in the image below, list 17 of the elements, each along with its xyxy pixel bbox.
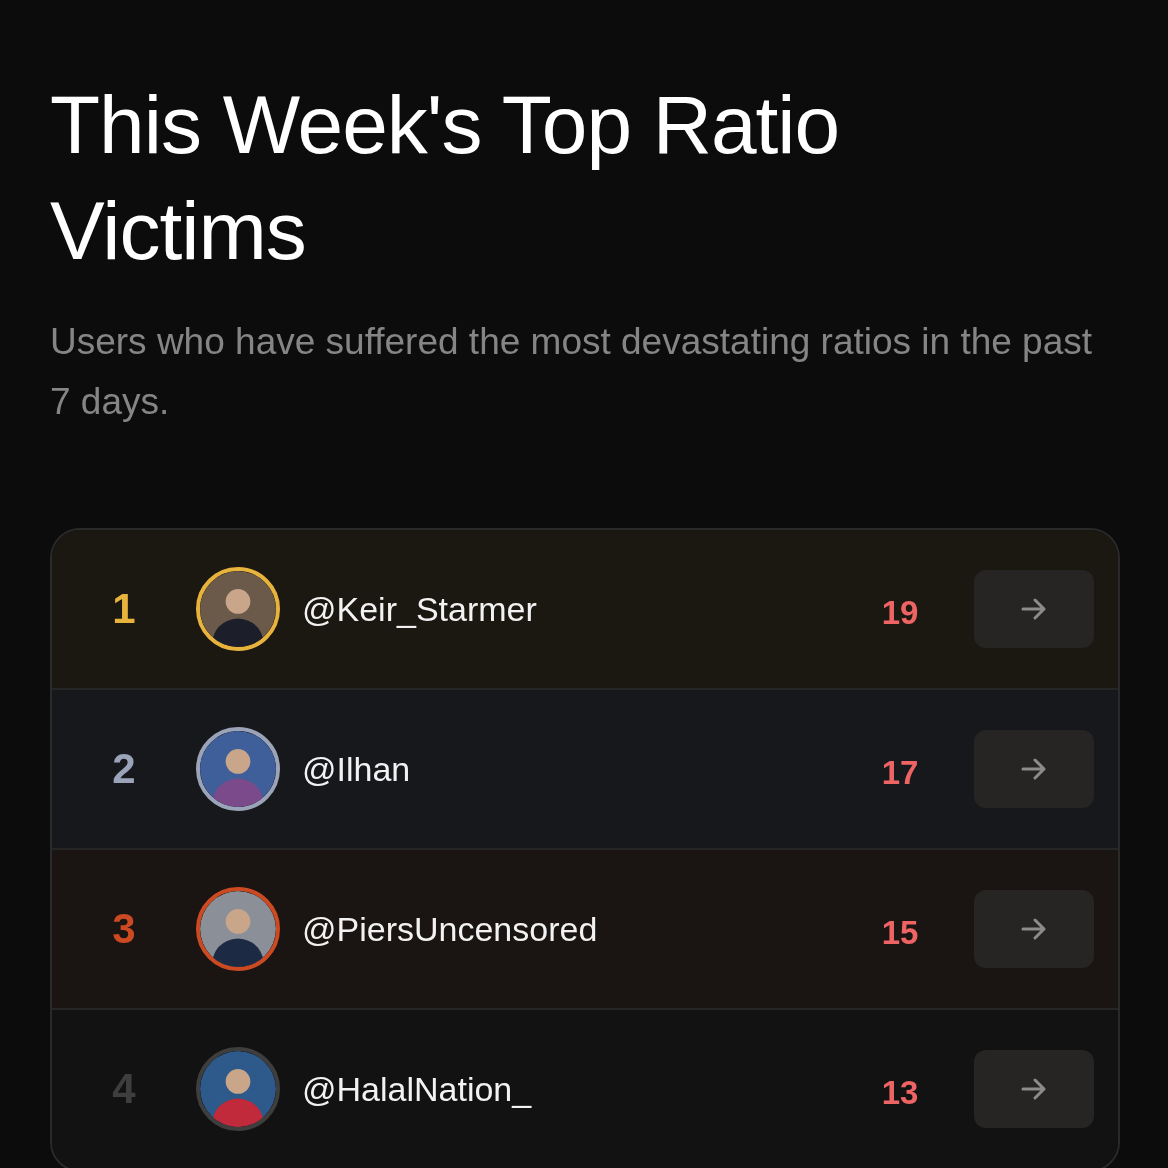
open-button[interactable] — [974, 1050, 1094, 1128]
rank-number: 3 — [111, 905, 137, 953]
ratio-count: 19 — [880, 594, 920, 632]
user-handle[interactable]: @Keir_Starmer — [302, 589, 860, 629]
open-button[interactable] — [974, 570, 1094, 648]
user-handle[interactable]: @Ilhan — [302, 749, 860, 789]
page-subtitle: Users who have suffered the most devastating ratios in the past 7 days. — [50, 320, 1094, 424]
rank-number: 1 — [111, 585, 137, 633]
open-button[interactable] — [974, 890, 1094, 968]
page-title: This Week's Top Ratio Victims — [50, 78, 841, 278]
ratio-count: 15 — [880, 914, 920, 952]
rank-number: 2 — [111, 745, 137, 793]
ratio-count: 13 — [880, 1074, 920, 1112]
open-button[interactable] — [974, 730, 1094, 808]
user-handle[interactable]: @HalalNation_ — [302, 1069, 860, 1109]
user-handle[interactable]: @PiersUncensored — [302, 909, 860, 949]
ratio-count: 17 — [880, 754, 920, 792]
